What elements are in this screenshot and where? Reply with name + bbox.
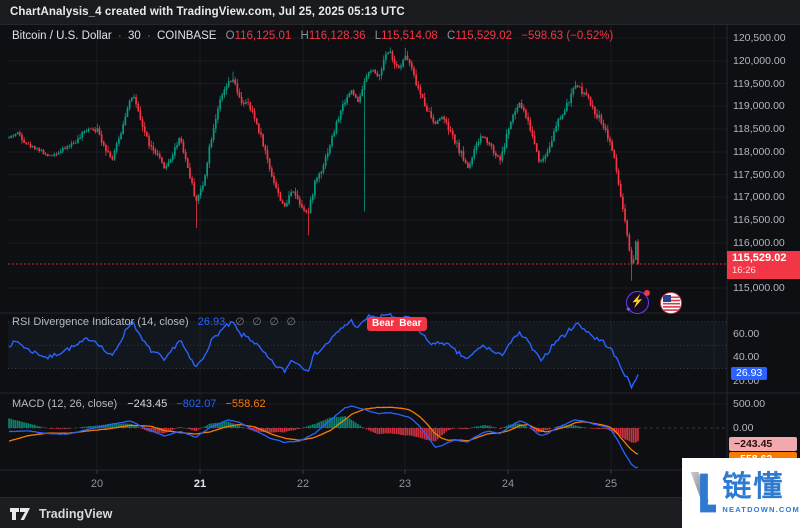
- price-axis-label: 119,000.00: [733, 100, 797, 112]
- sparkle-icon: ✦: [625, 306, 632, 314]
- neatdown-logo-icon: [690, 466, 716, 520]
- lightning-icon: ⚡: [630, 296, 645, 309]
- low-value: 115,514.08: [381, 30, 438, 42]
- price-axis-label: 116,000.00: [733, 237, 797, 249]
- time-axis-label: 25: [605, 478, 617, 490]
- macd-line-value: −802.07: [176, 398, 216, 410]
- time-axis-label: 22: [297, 478, 309, 490]
- neatdown-watermark[interactable]: 链懂 NEATDOWN.COM: [682, 458, 800, 528]
- macd-legend[interactable]: MACD (12, 26, close) −243.45 −802.07 −55…: [12, 398, 266, 410]
- price-axis-label: 116,500.00: [733, 214, 797, 226]
- price-axis-label: 120,000.00: [733, 55, 797, 67]
- tradingview-chart-snapshot: ChartAnalysis_4 created with TradingView…: [0, 0, 800, 528]
- bear-divergence-labels: Bear Bear: [367, 317, 427, 331]
- price-axis-label: 115,000.00: [733, 282, 797, 294]
- change-value: −598.63 (−0.52%): [521, 30, 613, 42]
- rsi-indicator-title: RSI Divergence Indicator (14, close): [12, 316, 189, 328]
- time-axis-label: 24: [502, 478, 514, 490]
- macd-signal-value: −558.62: [226, 398, 266, 410]
- price-axis-label: 117,500.00: [733, 169, 797, 181]
- us-flag-icon: [663, 295, 680, 312]
- last-price-time: 16:26: [732, 264, 800, 277]
- us-flag-event-icon[interactable]: [660, 292, 682, 314]
- bear-label: Bear: [394, 317, 426, 331]
- symbol-name: Bitcoin / U.S. Dollar: [12, 30, 112, 42]
- rsi-axis-label: 60.00: [733, 328, 797, 340]
- rsi-axis-badge: 26.93: [731, 367, 767, 380]
- macd-axis-label: 500.00: [733, 398, 797, 410]
- chart-canvas: [0, 0, 800, 528]
- watermark-cn-name: 链懂: [722, 472, 800, 502]
- price-axis-label: 118,500.00: [733, 123, 797, 135]
- time-axis-label: 21: [194, 478, 206, 490]
- interval-label: 30: [128, 30, 141, 42]
- price-axis-label: 117,000.00: [733, 191, 797, 203]
- high-value: 116,128.36: [309, 30, 366, 42]
- rsi-axis-label: 40.00: [733, 351, 797, 363]
- price-axis-label: 118,000.00: [733, 146, 797, 158]
- time-axis-label: 20: [91, 478, 103, 490]
- tradingview-logo-icon[interactable]: [10, 506, 31, 522]
- macd-axis-label: 0.00: [733, 422, 797, 434]
- macd-indicator-title: MACD (12, 26, close): [12, 398, 117, 410]
- macd-hist-value: −243.45: [127, 398, 167, 410]
- notification-dot: [644, 290, 650, 296]
- candles-layer: [8, 48, 639, 281]
- symbol-legend[interactable]: Bitcoin / U.S. Dollar · 30 · COINBASE O1…: [12, 30, 613, 42]
- exchange-label: COINBASE: [157, 30, 216, 42]
- watermark-domain: NEATDOWN.COM: [722, 505, 800, 514]
- price-axis-label: 119,500.00: [733, 78, 797, 90]
- price-axis-label: 120,500.00: [733, 32, 797, 44]
- ai-spark-event-icon[interactable]: ⚡ ✦: [626, 291, 649, 314]
- time-axis-label: 23: [399, 478, 411, 490]
- rsi-hidden-values: ∅ ∅ ∅ ∅: [235, 316, 295, 328]
- rsi-legend[interactable]: RSI Divergence Indicator (14, close) 26.…: [12, 316, 296, 328]
- tradingview-brand-link[interactable]: TradingView: [39, 507, 112, 521]
- macd-line: [9, 406, 638, 468]
- last-price-badge: 115,529.02 16:26: [727, 251, 800, 279]
- close-value: 115,529.02: [455, 30, 512, 42]
- footer-bar: TradingView: [0, 497, 800, 528]
- open-value: 116,125.01: [235, 30, 292, 42]
- rsi-value: 26.93: [198, 316, 226, 328]
- macd-hist-axis-badge: −243.45: [729, 437, 797, 451]
